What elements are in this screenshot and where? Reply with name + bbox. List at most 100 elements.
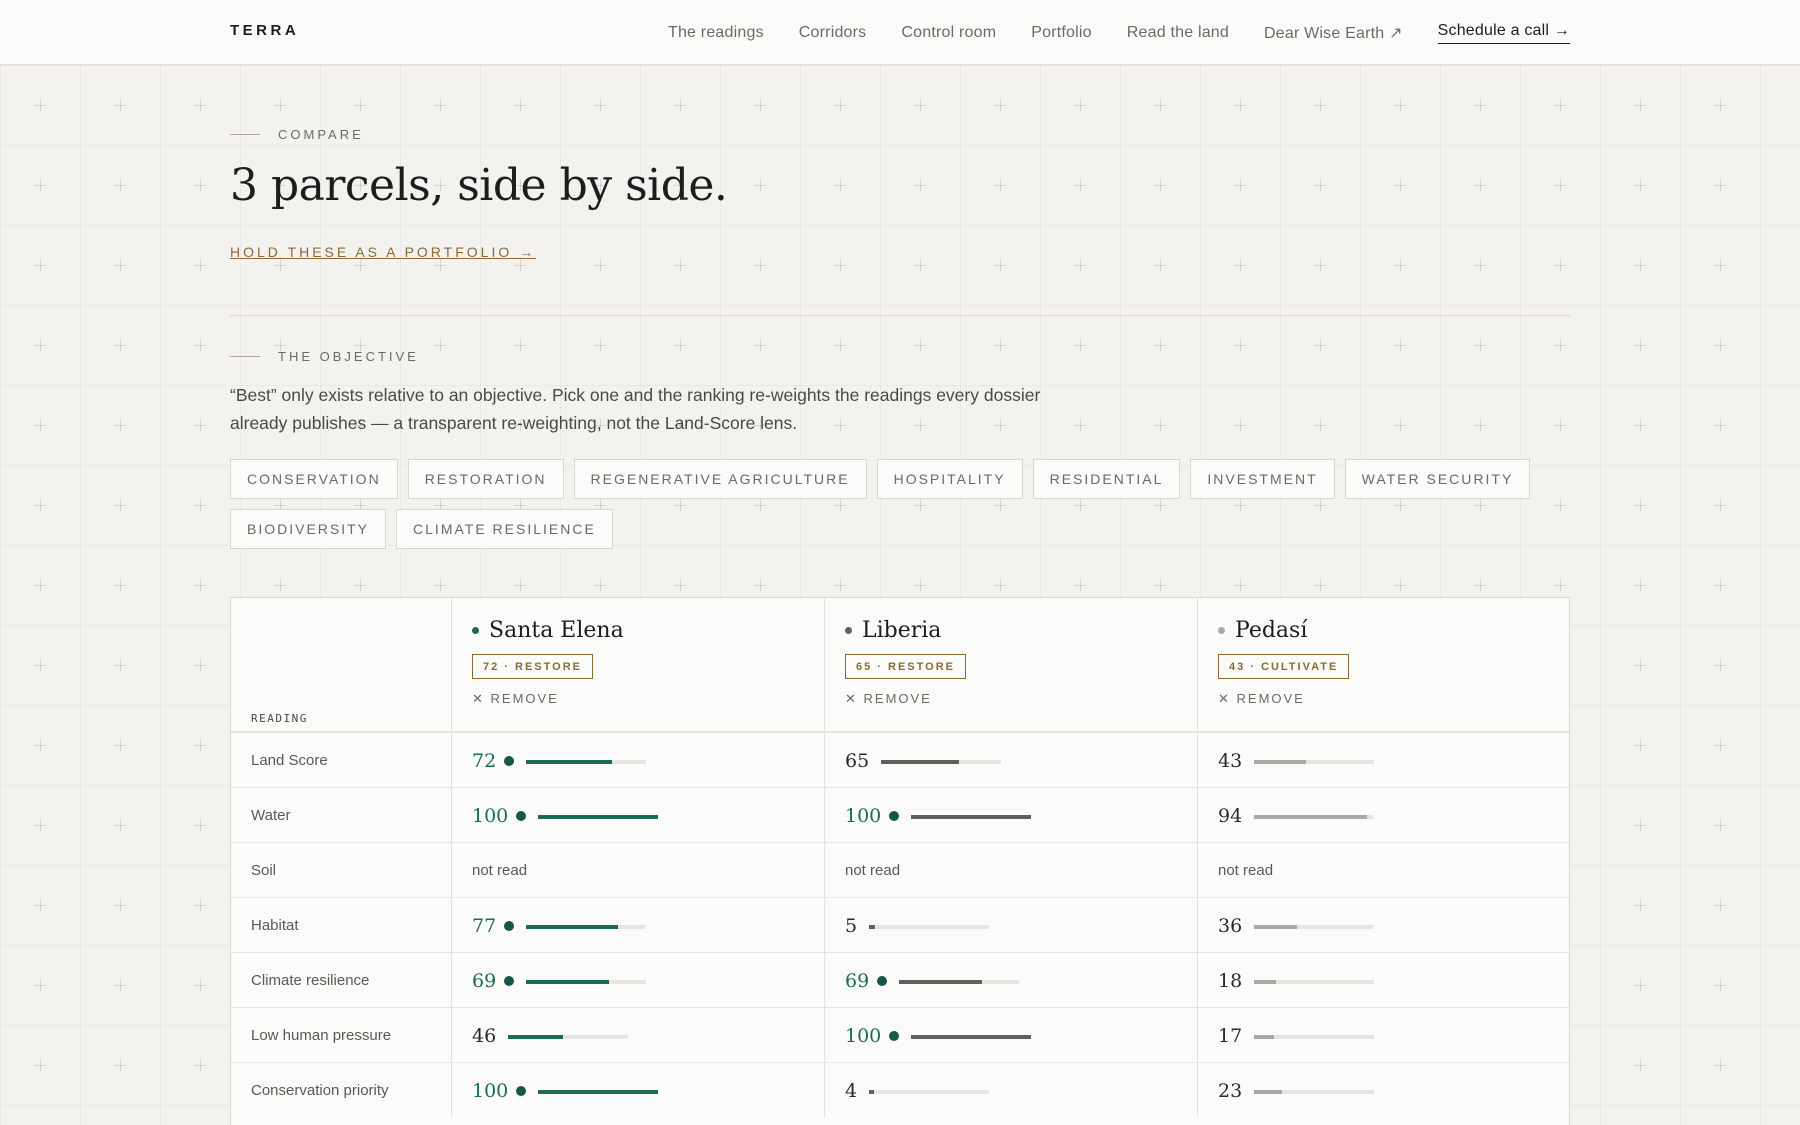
not-read-label: not read	[845, 862, 901, 879]
reading-value: 94	[1218, 788, 1242, 843]
reading-value-number: 77	[472, 914, 497, 937]
reading-bar-fill	[508, 1035, 564, 1039]
parcel-name: Liberia	[862, 618, 942, 643]
objective-water-security[interactable]: WATER SECURITY	[1344, 459, 1531, 499]
best-value-marker	[516, 1085, 527, 1096]
reading-value: 69	[845, 953, 888, 1008]
reading-value-number: 18	[1218, 969, 1243, 992]
objective-hospitality[interactable]: HOSPITALITY	[876, 459, 1023, 499]
reading-value: 100	[845, 788, 900, 843]
parcel-column-header: Pedasí 43 · CULTIVATE ✕ REMOVE	[1197, 598, 1569, 732]
reading-cell: not read	[1197, 843, 1569, 898]
objective-restoration[interactable]: RESTORATION	[407, 459, 564, 499]
parcel-color-dot	[472, 627, 479, 634]
reading-cell: not read	[451, 843, 824, 898]
reading-value: 4	[845, 1063, 857, 1118]
objective-options: CONSERVATION RESTORATION REGENERATIVE AG…	[230, 459, 1590, 559]
table-row: Climate resilience 69 69 18	[231, 952, 1569, 1008]
reading-value: 100	[845, 1008, 900, 1063]
objective-conservation[interactable]: CONSERVATION	[230, 459, 398, 499]
objective-residential[interactable]: RESIDENTIAL	[1032, 459, 1181, 499]
objective-eyebrow-label: THE OBJECTIVE	[278, 349, 419, 364]
parcel-name: Pedasí	[1235, 618, 1308, 643]
reading-value-number: 36	[1218, 914, 1243, 937]
reading-bar-track	[526, 925, 646, 929]
reading-value-number: 100	[472, 1079, 509, 1102]
table-row: Water 100 100 94	[231, 787, 1569, 843]
reading-bar-fill	[1254, 760, 1306, 764]
reading-value: 69	[472, 953, 515, 1008]
reading-column-header: READING	[231, 598, 451, 732]
brand-logo[interactable]: TERRA	[230, 22, 299, 39]
section-divider	[230, 315, 1570, 316]
table-row: Conservation priority 100 4 23	[231, 1062, 1569, 1118]
reading-cell: 69	[824, 953, 1197, 1008]
best-value-marker	[889, 1030, 900, 1041]
eyebrow-rule	[230, 134, 260, 135]
reading-bar-track	[1254, 980, 1374, 984]
main-nav: The readings Corridors Control room Port…	[633, 0, 1800, 65]
reading-value-number: 43	[1218, 749, 1243, 772]
reading-label: Low human pressure	[251, 1027, 392, 1044]
reading-bar-track	[1254, 815, 1374, 819]
nav-read-the-land[interactable]: Read the land	[1127, 24, 1229, 42]
objective-description: “Best” only exists relative to an object…	[230, 385, 1041, 433]
objective-investment[interactable]: INVESTMENT	[1190, 459, 1335, 499]
reading-header-label: READING	[251, 712, 308, 725]
reading-bar-track	[899, 980, 1019, 984]
best-value-marker	[889, 810, 900, 821]
reading-bar-track	[1254, 1090, 1374, 1094]
parcel-column-header: Liberia 65 · RESTORE ✕ REMOVE	[824, 598, 1197, 732]
reading-value-number: 5	[845, 914, 858, 937]
parcel-color-dot	[845, 627, 852, 634]
reading-bar-fill	[869, 925, 875, 929]
reading-bar-track	[869, 1090, 989, 1094]
nav-corridors[interactable]: Corridors	[799, 24, 867, 42]
remove-parcel-button[interactable]: ✕ REMOVE	[472, 691, 559, 707]
hold-portfolio-link[interactable]: HOLD THESE AS A PORTFOLIO →	[230, 244, 536, 260]
nav-control-room[interactable]: Control room	[901, 24, 996, 42]
eyebrow-rule	[230, 356, 260, 357]
page-title: 3 parcels, side by side.	[230, 160, 728, 211]
reading-value: 5	[845, 898, 857, 953]
reading-bar-track	[508, 1035, 628, 1039]
reading-bar-fill	[526, 925, 619, 929]
parcel-score-badge: 43 · CULTIVATE	[1218, 654, 1350, 679]
reading-value-number: 100	[845, 804, 882, 827]
reading-value: 18	[1218, 953, 1242, 1008]
reading-value: 36	[1218, 898, 1242, 953]
table-row: Low human pressure 46 100 17	[231, 1007, 1569, 1063]
parcel-title: Liberia	[845, 618, 941, 643]
schedule-call-button[interactable]: Schedule a call →	[1437, 22, 1570, 44]
reading-cell: 46	[451, 1008, 824, 1063]
reading-value: 23	[1218, 1063, 1242, 1118]
remove-parcel-button[interactable]: ✕ REMOVE	[845, 691, 932, 707]
reading-value-number: 94	[1218, 804, 1243, 827]
best-value-marker	[504, 975, 515, 986]
reading-value-number: 4	[845, 1079, 858, 1102]
remove-parcel-button[interactable]: ✕ REMOVE	[1218, 691, 1305, 707]
reading-bar-fill	[1254, 1090, 1282, 1094]
top-navigation: TERRA The readings Corridors Control roo…	[0, 0, 1800, 65]
reading-label: Conservation priority	[251, 1082, 389, 1099]
reading-value-number: 72	[472, 749, 497, 772]
objective-biodiversity[interactable]: BIODIVERSITY	[230, 509, 387, 549]
nav-dear-wise-earth[interactable]: Dear Wise Earth ↗	[1264, 23, 1403, 43]
nav-the-readings[interactable]: The readings	[668, 24, 764, 42]
reading-bar-track	[911, 815, 1031, 819]
best-value-marker	[504, 920, 515, 931]
reading-bar-track	[526, 980, 646, 984]
reading-value-number: 100	[845, 1024, 882, 1047]
reading-bar-track	[538, 1090, 658, 1094]
reading-value-number: 65	[845, 749, 870, 772]
reading-value: 17	[1218, 1008, 1242, 1063]
objective-climate-resilience[interactable]: CLIMATE RESILIENCE	[396, 509, 613, 549]
reading-cell: 77	[451, 898, 824, 953]
nav-portfolio[interactable]: Portfolio	[1031, 24, 1092, 42]
reading-bar-fill	[526, 980, 609, 984]
reading-value-number: 69	[845, 969, 870, 992]
objective-regenerative-agriculture[interactable]: REGENERATIVE AGRICULTURE	[573, 459, 867, 499]
reading-label: Land Score	[251, 752, 328, 769]
reading-bar-fill	[869, 1090, 874, 1094]
parcel-score-badge: 65 · RESTORE	[845, 654, 966, 679]
